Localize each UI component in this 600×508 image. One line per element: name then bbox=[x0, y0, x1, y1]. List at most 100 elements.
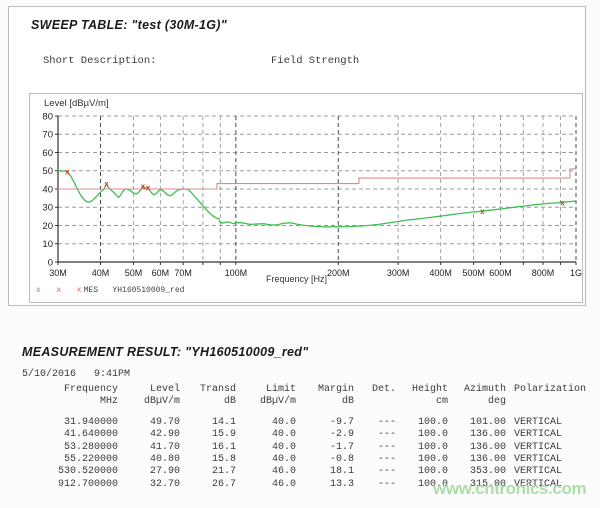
measurement-result-title: MEASUREMENT RESULT: "YH160510009_red" bbox=[22, 345, 308, 359]
cell-polarization: VERTICAL bbox=[506, 429, 600, 441]
cell-frequency: MHz bbox=[22, 396, 118, 408]
legend-trace-name: YH160510009_red bbox=[112, 286, 184, 295]
x-tick-label: 70M bbox=[174, 268, 192, 278]
cell-height: cm bbox=[396, 396, 448, 408]
cell-transd: dB bbox=[180, 396, 236, 408]
chart-svg: 0102030405060708030M40M50M60M70M100M200M… bbox=[30, 94, 582, 302]
cell-det-: --- bbox=[354, 466, 396, 478]
cell-limit: 40.0 bbox=[236, 429, 296, 441]
y-tick-label: 30 bbox=[42, 203, 53, 214]
cell-level: Level bbox=[118, 384, 180, 396]
cell-height: 100.0 bbox=[396, 429, 448, 441]
table-spacer bbox=[22, 409, 600, 417]
limit-line bbox=[58, 169, 576, 189]
measurement-time: 9:41PM bbox=[94, 369, 130, 380]
cell-limit: 40.0 bbox=[236, 417, 296, 429]
spectrum-chart: Level [dBµV/m] 0102030405060708030M40M50… bbox=[29, 93, 583, 303]
x-tick-label: 200M bbox=[327, 268, 350, 278]
table-header-row-1: FrequencyLevelTransdLimitMarginDet.Heigh… bbox=[22, 384, 600, 396]
cell-azimuth: 136.00 bbox=[448, 454, 506, 466]
cell-frequency: 53.280000 bbox=[22, 442, 118, 454]
cell-margin: -1.7 bbox=[296, 442, 354, 454]
cell-height: Height bbox=[396, 384, 448, 396]
cell-det-: --- bbox=[354, 454, 396, 466]
cell-height: 100.0 bbox=[396, 454, 448, 466]
cell-polarization: VERTICAL bbox=[506, 479, 600, 491]
x-tick-label: 40M bbox=[92, 268, 110, 278]
cell-margin: 13.3 bbox=[296, 479, 354, 491]
cell-level: 49.70 bbox=[118, 417, 180, 429]
cell-level: 41.70 bbox=[118, 442, 180, 454]
cell-level: 32.70 bbox=[118, 479, 180, 491]
x-tick-label: 60M bbox=[152, 268, 170, 278]
cell-transd: 15.9 bbox=[180, 429, 236, 441]
peak-marker-icon: x bbox=[65, 167, 70, 176]
table-row: 912.70000032.7026.746.013.3---100.0315.0… bbox=[22, 479, 600, 491]
cell-limit: 40.0 bbox=[236, 442, 296, 454]
cell-margin: -0.8 bbox=[296, 454, 354, 466]
x-tick-label: 100M bbox=[225, 268, 248, 278]
cell-frequency: 41.640000 bbox=[22, 429, 118, 441]
cell-frequency: 912.700000 bbox=[22, 479, 118, 491]
table-row: 31.94000049.7014.140.0-9.7---100.0101.00… bbox=[22, 417, 600, 429]
y-tick-label: 40 bbox=[42, 184, 53, 195]
cell-det-: --- bbox=[354, 417, 396, 429]
cell-azimuth: 353.00 bbox=[448, 466, 506, 478]
cell-height: 100.0 bbox=[396, 466, 448, 478]
cell-transd: 15.8 bbox=[180, 454, 236, 466]
table-row: 41.64000042.9015.940.0-2.9---100.0136.00… bbox=[22, 429, 600, 441]
x-tick-label: 1G bbox=[570, 268, 582, 278]
chart-legend: x x xMES YH160510009_red bbox=[36, 286, 184, 295]
y-tick-label: 20 bbox=[42, 221, 53, 232]
cell-limit: 40.0 bbox=[236, 454, 296, 466]
table-header-row-2: MHzdBµV/mdBdBµV/mdBcmdeg bbox=[22, 396, 600, 408]
cell-polarization: VERTICAL bbox=[506, 417, 600, 429]
cell-polarization: VERTICAL bbox=[506, 466, 600, 478]
cell-transd: 14.1 bbox=[180, 417, 236, 429]
cell-margin: dB bbox=[296, 396, 354, 408]
cell-height: 100.0 bbox=[396, 479, 448, 491]
cell-azimuth: 136.00 bbox=[448, 442, 506, 454]
cell-polarization: VERTICAL bbox=[506, 454, 600, 466]
cell-azimuth: 315.00 bbox=[448, 479, 506, 491]
cell-azimuth: 101.00 bbox=[448, 417, 506, 429]
measurement-timestamp: 5/10/2016 9:41PM bbox=[22, 369, 130, 380]
cell-transd: 21.7 bbox=[180, 466, 236, 478]
y-tick-label: 70 bbox=[42, 130, 53, 141]
cell-level: 42.90 bbox=[118, 429, 180, 441]
x-tick-label: 500M bbox=[462, 268, 485, 278]
report-page: SWEEP TABLE: "test (30M-1G)" Short Descr… bbox=[0, 0, 600, 508]
short-description-label: Short Description: bbox=[43, 55, 121, 67]
legend-type: MES bbox=[84, 286, 98, 295]
peak-marker-icon: x bbox=[560, 198, 565, 207]
x-tick-label: 30M bbox=[49, 268, 67, 278]
cell-level: 40.80 bbox=[118, 454, 180, 466]
peak-marker-icon: x bbox=[104, 180, 109, 189]
cell-azimuth: Azimuth bbox=[448, 384, 506, 396]
cell-det-: --- bbox=[354, 429, 396, 441]
x-tick-label: 800M bbox=[532, 268, 555, 278]
cell-det-: Det. bbox=[354, 384, 396, 396]
cell-transd: Transd bbox=[180, 384, 236, 396]
cell-azimuth: 136.00 bbox=[448, 429, 506, 441]
sweep-table-title: SWEEP TABLE: "test (30M-1G)" bbox=[31, 18, 227, 32]
cell-det-: --- bbox=[354, 442, 396, 454]
peak-marker-icon: x bbox=[480, 207, 485, 216]
cell-limit: 46.0 bbox=[236, 479, 296, 491]
cell-frequency: 55.220000 bbox=[22, 454, 118, 466]
cell-level: dBµV/m bbox=[118, 396, 180, 408]
cell-transd: 16.1 bbox=[180, 442, 236, 454]
y-tick-label: 50 bbox=[42, 166, 53, 177]
x-tick-label: 300M bbox=[387, 268, 410, 278]
y-tick-label: 10 bbox=[42, 239, 53, 250]
cell-margin: -9.7 bbox=[296, 417, 354, 429]
short-description-row: Short Description:Field Strength bbox=[43, 55, 489, 67]
cell-det-: --- bbox=[354, 479, 396, 491]
cell-limit: Limit bbox=[236, 384, 296, 396]
y-tick-label: 0 bbox=[48, 257, 53, 268]
measurement-date: 5/10/2016 bbox=[22, 369, 76, 380]
cell-azimuth: deg bbox=[448, 396, 506, 408]
cell-frequency: Frequency bbox=[22, 384, 118, 396]
sweep-table-panel: SWEEP TABLE: "test (30M-1G)" Short Descr… bbox=[8, 6, 586, 306]
cell-margin: Margin bbox=[296, 384, 354, 396]
